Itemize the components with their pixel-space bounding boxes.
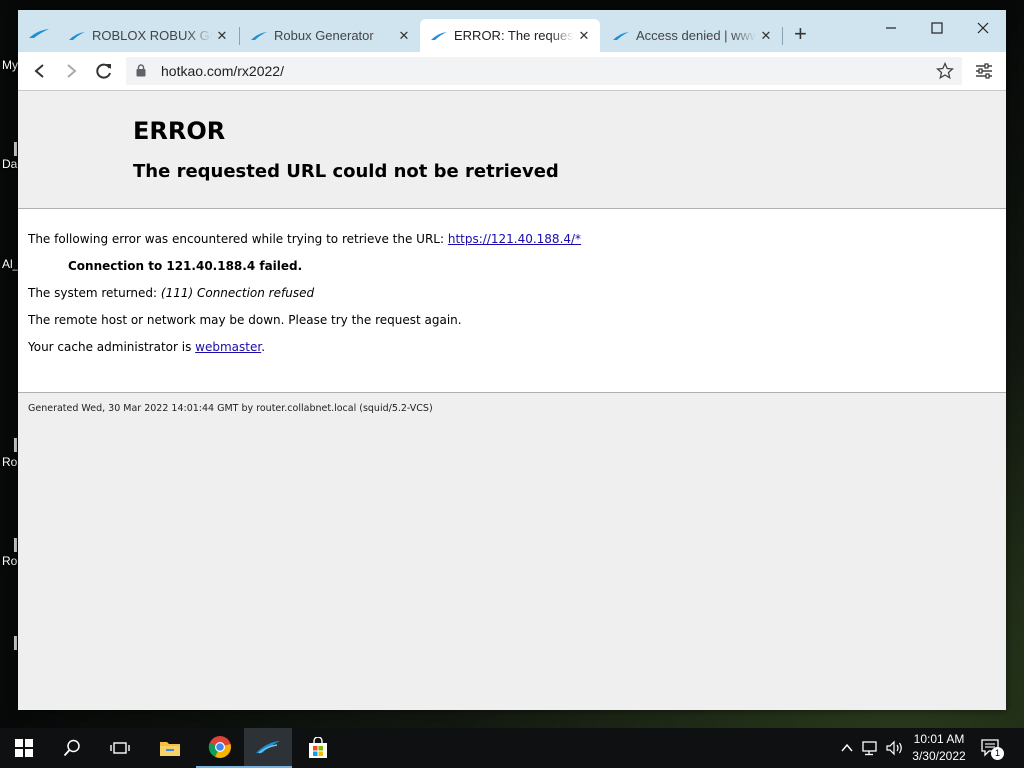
tab-separator bbox=[782, 27, 783, 45]
file-explorer-button[interactable] bbox=[146, 728, 194, 768]
desktop-icon[interactable] bbox=[14, 538, 17, 552]
page-title: ERROR bbox=[133, 117, 226, 145]
tab-robux-generator[interactable]: Robux Generator ✕ bbox=[240, 19, 420, 52]
chrome-button[interactable] bbox=[196, 728, 244, 768]
chevron-up-icon[interactable] bbox=[840, 741, 854, 755]
file-explorer-icon bbox=[160, 742, 180, 756]
footer-generated-text: Generated Wed, 30 Mar 2022 14:01:44 GMT … bbox=[28, 403, 433, 414]
clock-time: 10:01 AM bbox=[913, 732, 965, 746]
task-view-icon bbox=[110, 742, 130, 754]
page-subtitle: The requested URL could not be retrieved bbox=[133, 161, 559, 182]
error-url-link[interactable]: https://121.40.188.4/* bbox=[448, 232, 581, 246]
tab-title: ERROR: The requested URL bbox=[454, 28, 574, 43]
close-icon bbox=[977, 22, 989, 34]
tab-favicon-icon bbox=[431, 31, 447, 40]
error-body: The following error was encountered whil… bbox=[18, 209, 1006, 393]
reload-icon bbox=[96, 63, 111, 79]
clock-date: 3/30/2022 bbox=[912, 749, 966, 763]
settings-sliders-icon[interactable] bbox=[974, 61, 994, 81]
minimize-icon bbox=[886, 27, 896, 29]
notification-badge: 1 bbox=[991, 747, 1004, 760]
tab-close-icon[interactable]: ✕ bbox=[574, 28, 594, 44]
browser-app-icon bbox=[256, 741, 280, 754]
browser-toolbar: hotkao.com/rx2022/ bbox=[18, 52, 1006, 91]
reload-button[interactable] bbox=[92, 59, 116, 83]
windows-start-icon bbox=[15, 739, 33, 757]
store-icon bbox=[309, 737, 327, 758]
tab-favicon-icon bbox=[69, 31, 85, 40]
close-window-button[interactable] bbox=[960, 14, 1006, 42]
bookmark-star-icon[interactable] bbox=[936, 62, 954, 80]
desktop-icon-label[interactable]: Ro bbox=[2, 554, 17, 568]
browser-app-button[interactable] bbox=[244, 728, 292, 768]
tab-access-denied[interactable]: Access denied | www ✕ bbox=[602, 19, 782, 52]
desktop-icon[interactable] bbox=[14, 438, 17, 452]
page-content: ERROR The requested URL could not be ret… bbox=[18, 91, 1006, 710]
remote-host-text: The remote host or network may be down. … bbox=[28, 313, 462, 327]
search-button[interactable] bbox=[48, 728, 96, 768]
address-bar-url[interactable]: hotkao.com/rx2022/ bbox=[161, 63, 284, 79]
notification-center-button[interactable]: 1 bbox=[976, 736, 1006, 760]
error-url-prefix: The following error was encountered whil… bbox=[28, 232, 448, 246]
system-returned-value: (111) Connection refused bbox=[160, 286, 315, 300]
maximize-icon bbox=[931, 22, 943, 34]
cache-admin-prefix: Your cache administrator is bbox=[28, 340, 196, 354]
browser-window: ROBLOX ROBUX GENERATOR ✕ Robux Generator… bbox=[18, 10, 1006, 710]
start-button[interactable] bbox=[0, 728, 48, 768]
tab-roblox-robux-generator[interactable]: ROBLOX ROBUX GENERATOR ✕ bbox=[58, 19, 238, 52]
clock[interactable]: 10:01 AM 3/30/2022 bbox=[908, 731, 970, 765]
search-icon bbox=[63, 739, 80, 757]
address-bar[interactable]: hotkao.com/rx2022/ bbox=[126, 57, 962, 85]
maximize-button[interactable] bbox=[914, 14, 960, 42]
chrome-icon bbox=[208, 736, 231, 758]
error-url-line: The following error was encountered whil… bbox=[28, 232, 581, 246]
desktop-icon-label[interactable]: Al_ bbox=[2, 257, 19, 271]
system-returned-line: The system returned: (111) Connection re… bbox=[28, 286, 314, 300]
connection-failed-text: Connection to 121.40.188.4 failed. bbox=[68, 259, 303, 273]
desktop-icon-label[interactable]: Ro bbox=[2, 455, 17, 469]
browser-logo-icon bbox=[29, 29, 49, 38]
webmaster-link[interactable]: webmaster bbox=[195, 340, 261, 354]
tab-title: Robux Generator bbox=[274, 28, 374, 43]
network-icon[interactable] bbox=[862, 740, 880, 756]
desktop-icon[interactable] bbox=[14, 142, 17, 156]
tab-title: Access denied | www bbox=[636, 28, 756, 43]
forward-arrow-icon bbox=[67, 64, 77, 78]
cache-admin-line: Your cache administrator is webmaster. bbox=[28, 340, 265, 354]
task-view-button[interactable] bbox=[96, 728, 144, 768]
desktop-icon[interactable] bbox=[14, 636, 17, 650]
tab-title: ROBLOX ROBUX GENERATOR bbox=[92, 28, 212, 43]
tab-favicon-icon bbox=[613, 31, 629, 40]
tab-close-icon[interactable]: ✕ bbox=[212, 28, 232, 44]
system-returned-prefix: The system returned: bbox=[28, 286, 161, 300]
tab-close-icon[interactable]: ✕ bbox=[756, 28, 776, 44]
forward-button[interactable] bbox=[59, 59, 83, 83]
minimize-button[interactable] bbox=[868, 14, 914, 42]
tab-close-icon[interactable]: ✕ bbox=[394, 28, 414, 44]
desktop-icon-label[interactable]: My bbox=[2, 58, 18, 72]
cache-admin-suffix: . bbox=[261, 340, 266, 354]
back-button[interactable] bbox=[28, 59, 52, 83]
back-arrow-icon bbox=[34, 64, 44, 78]
tab-strip: ROBLOX ROBUX GENERATOR ✕ Robux Generator… bbox=[18, 10, 1006, 52]
desktop-icon-label[interactable]: Da bbox=[2, 157, 17, 171]
lock-icon bbox=[136, 64, 146, 77]
tab-favicon-icon bbox=[251, 31, 267, 40]
volume-icon[interactable] bbox=[886, 740, 904, 756]
taskbar: 10:01 AM 3/30/2022 1 bbox=[0, 728, 1024, 768]
store-button[interactable] bbox=[294, 728, 342, 768]
tab-error-active[interactable]: ERROR: The requested URL ✕ bbox=[420, 19, 600, 52]
error-header: ERROR The requested URL could not be ret… bbox=[18, 91, 1006, 209]
new-tab-button[interactable]: + bbox=[794, 23, 807, 45]
